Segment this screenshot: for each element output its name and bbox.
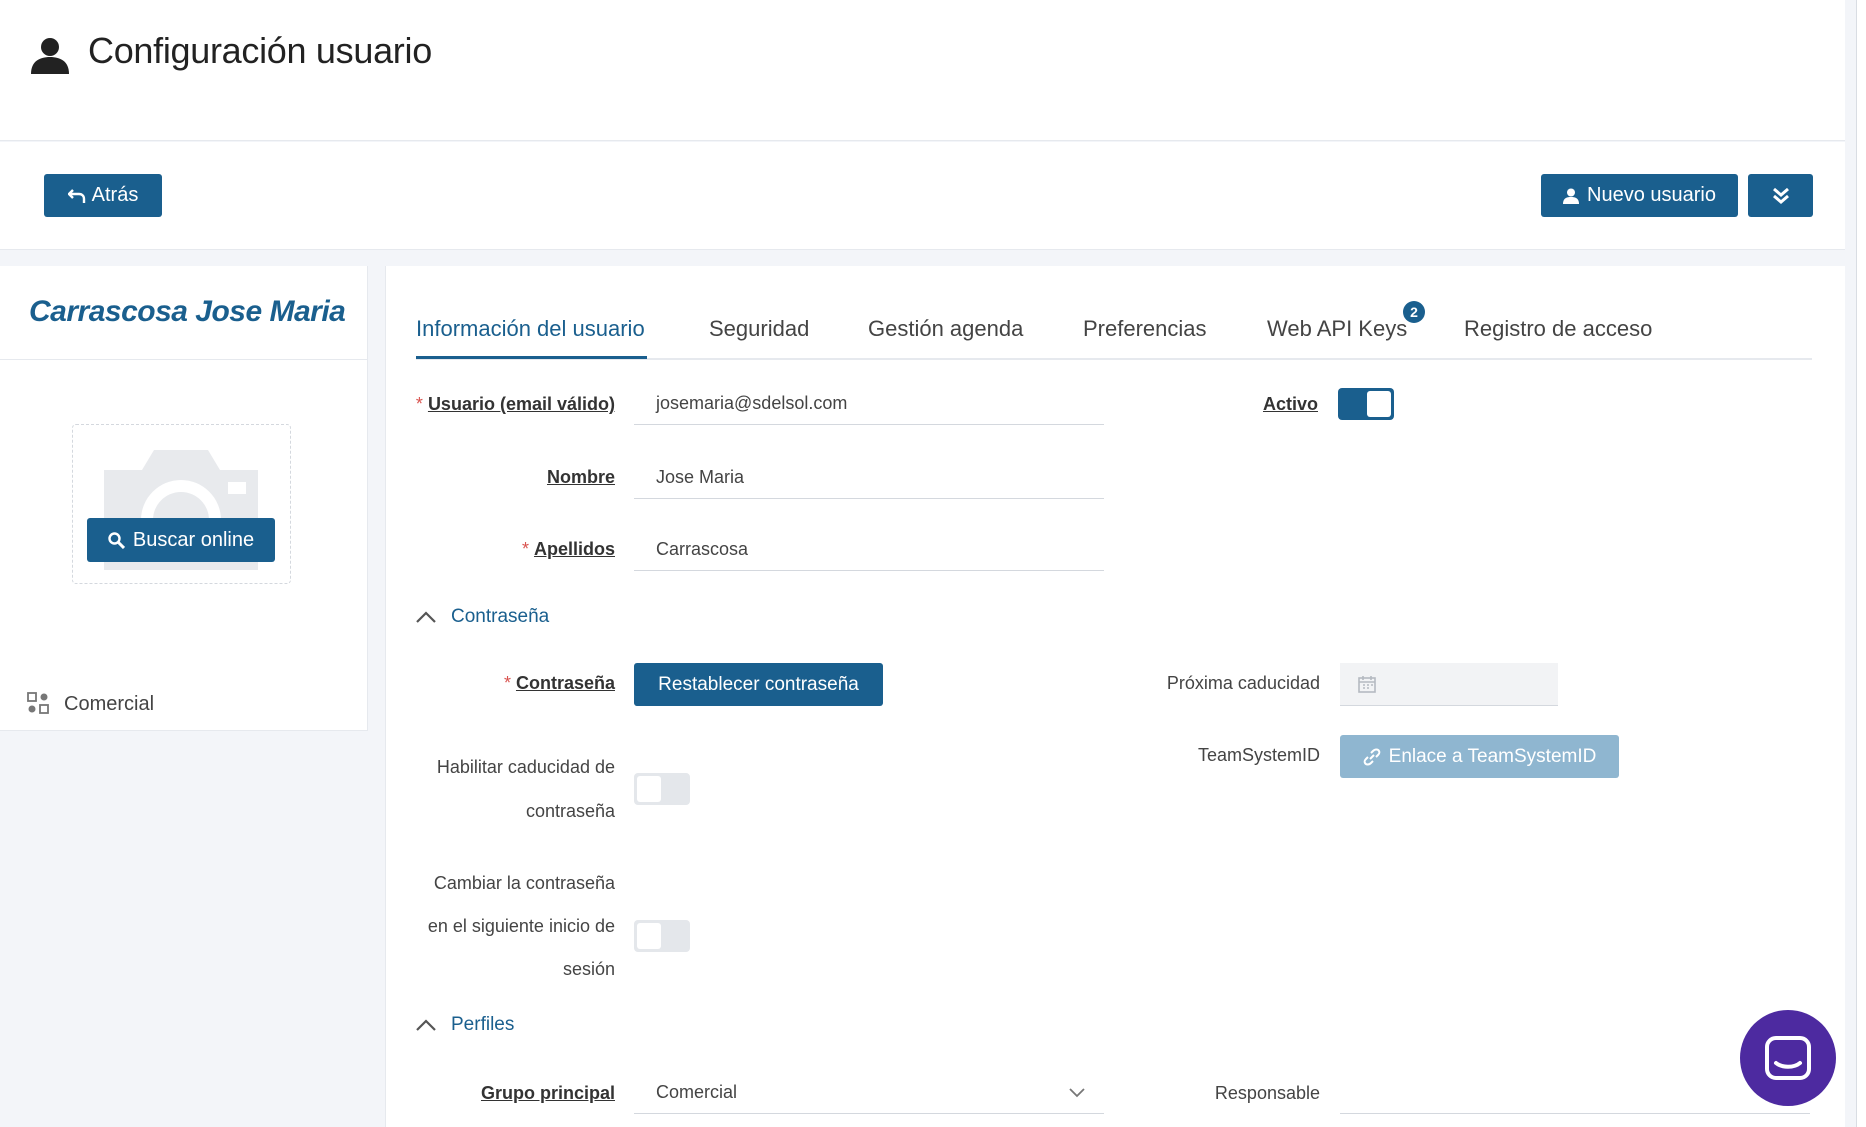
search-icon xyxy=(108,531,125,549)
link-icon xyxy=(1363,748,1381,765)
teamsystem-label: TeamSystemID xyxy=(1197,745,1320,765)
usuario-email-field[interactable]: josemaria@sdelsol.com xyxy=(634,383,1104,425)
apellidos-label: Apellidos xyxy=(415,539,615,560)
search-online-label: Buscar online xyxy=(132,528,255,551)
active-tab-indicator xyxy=(416,356,647,359)
responsable-field[interactable] xyxy=(1340,1072,1810,1114)
grupo-principal-value: Comercial xyxy=(656,1082,738,1102)
back-button[interactable]: Atrás xyxy=(44,174,162,217)
password-section-title: Contraseña xyxy=(451,606,550,627)
tab-informacion-usuario[interactable]: Información del usuario xyxy=(416,316,645,342)
double-chevron-down-icon xyxy=(1772,187,1789,204)
page-title: Configuración usuario xyxy=(88,30,432,71)
nombre-field[interactable]: Jose Maria xyxy=(634,457,1104,499)
change-next-login-label: Cambiar la contraseña en el siguiente in… xyxy=(427,873,615,979)
profiles-section-title: Perfiles xyxy=(451,1014,515,1035)
chat-launcher-button[interactable] xyxy=(1740,1010,1836,1106)
next-expiry-datepicker[interactable] xyxy=(1340,663,1558,706)
tab-preferencias[interactable]: Preferencias xyxy=(1083,316,1207,342)
grupo-principal-select[interactable]: Comercial xyxy=(634,1072,1104,1114)
next-expiry-label: Próxima caducidad xyxy=(1166,673,1320,693)
teamsystem-link-button[interactable]: Enlace a TeamSystemID xyxy=(1340,735,1619,778)
user-full-name: Carrascosa Jose Maria xyxy=(29,295,346,328)
new-user-button[interactable]: Nuevo usuario xyxy=(1541,174,1738,217)
chevron-up-icon xyxy=(416,1019,436,1031)
apellidos-field[interactable]: Carrascosa xyxy=(634,529,1104,571)
divider xyxy=(0,359,368,360)
back-button-label: Atrás xyxy=(91,184,139,206)
user-icon xyxy=(31,38,69,74)
teamsystem-link-label: Enlace a TeamSystemID xyxy=(1388,745,1597,767)
change-next-login-toggle[interactable] xyxy=(634,920,690,952)
contrasena-label: Contraseña xyxy=(415,673,615,694)
expiry-toggle-label: Habilitar caducidad de contraseña xyxy=(436,757,615,821)
group-icon xyxy=(27,692,49,714)
tab-seguridad[interactable]: Seguridad xyxy=(709,316,809,342)
more-options-button[interactable] xyxy=(1748,174,1813,217)
tab-gestion-agenda[interactable]: Gestión agenda xyxy=(868,316,1023,342)
password-section-toggle[interactable]: Contraseña xyxy=(415,606,549,628)
reset-password-button[interactable]: Restablecer contraseña xyxy=(634,663,883,706)
undo-icon xyxy=(67,188,85,203)
expiry-toggle[interactable] xyxy=(634,773,690,805)
scrollbar[interactable] xyxy=(1856,0,1866,1127)
chevron-up-icon xyxy=(416,611,436,623)
web-api-keys-badge: 2 xyxy=(1403,301,1425,323)
activo-toggle[interactable] xyxy=(1338,388,1394,420)
tab-web-api-keys[interactable]: Web API Keys xyxy=(1267,316,1407,342)
search-online-button[interactable]: Buscar online xyxy=(87,518,275,562)
profiles-section-toggle[interactable]: Perfiles xyxy=(415,1014,514,1036)
usuario-label: Usuario (email válido) xyxy=(415,394,615,415)
chat-icon xyxy=(1765,1036,1811,1080)
activo-label: Activo xyxy=(1262,394,1318,414)
tab-registro-acceso[interactable]: Registro de acceso xyxy=(1464,316,1652,342)
grupo-principal-label: Grupo principal xyxy=(480,1083,615,1103)
chevron-down-icon xyxy=(1069,1087,1085,1097)
new-user-button-label: Nuevo usuario xyxy=(1587,184,1716,206)
user-icon xyxy=(1563,188,1580,204)
nombre-label: Nombre xyxy=(546,467,615,487)
responsable-label: Responsable xyxy=(1214,1083,1320,1103)
calendar-icon xyxy=(1358,676,1376,693)
user-group-label: Comercial xyxy=(64,693,155,715)
